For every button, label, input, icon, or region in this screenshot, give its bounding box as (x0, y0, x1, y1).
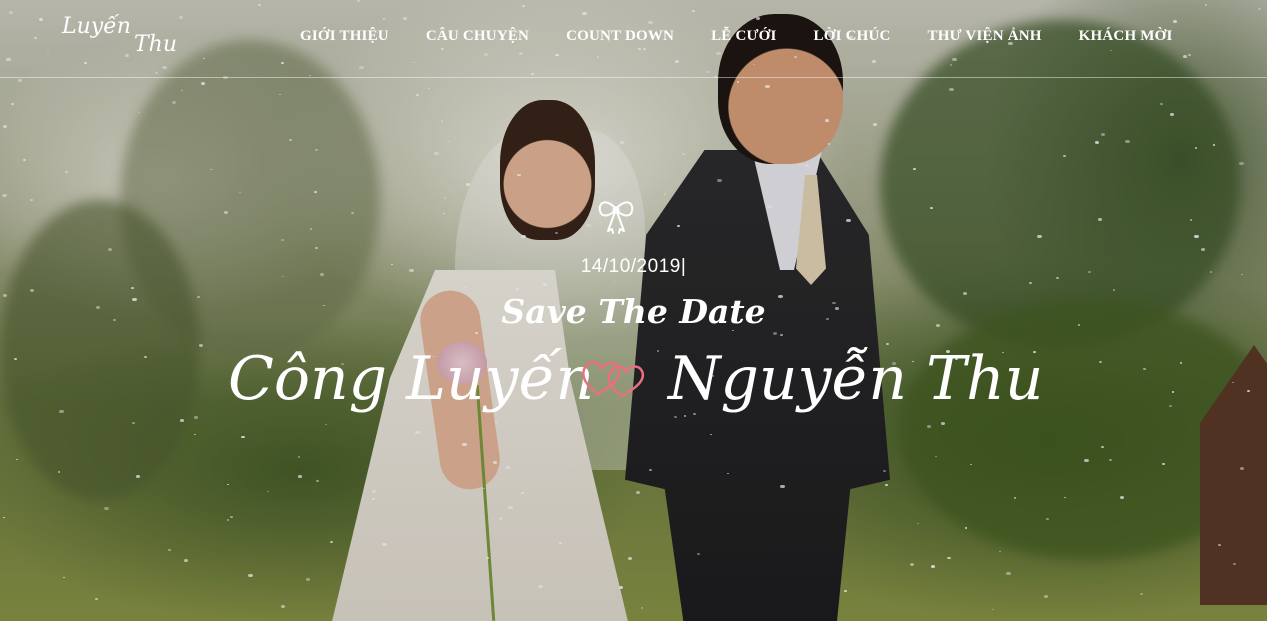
save-the-date-heading: Save The Date (501, 292, 766, 331)
groom-name: Công Luyến (228, 344, 595, 414)
double-heart-icon (582, 360, 645, 398)
hero-content: 14/10/2019| Save The Date Công Luyến Ngu… (0, 0, 1267, 621)
wedding-date: 14/10/2019| (580, 256, 687, 277)
bow-icon (598, 201, 634, 234)
bride-name: Nguyễn Thu (668, 344, 1044, 414)
